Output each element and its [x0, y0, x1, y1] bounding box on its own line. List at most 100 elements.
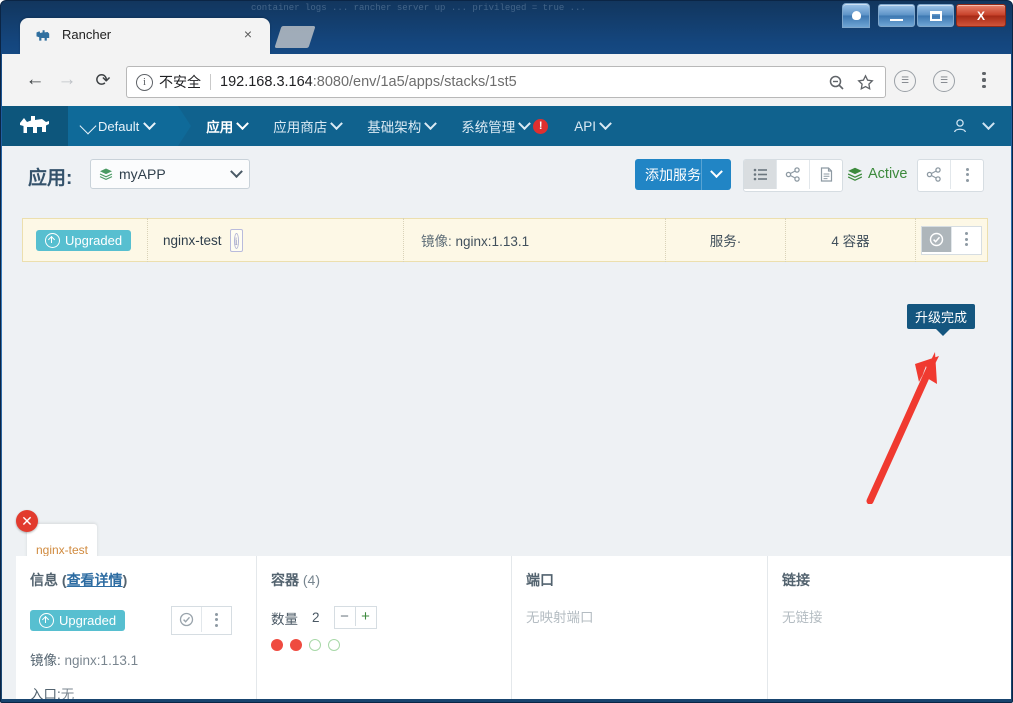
- nav-item-catalog[interactable]: 应用商店: [273, 116, 344, 136]
- nav-item-label: 应用商店: [273, 120, 328, 135]
- container-dot[interactable]: [328, 639, 340, 651]
- url-host: 192.168.3.164: [220, 74, 313, 90]
- extension-icon-2[interactable]: ☰: [933, 70, 955, 92]
- detail-links-empty: 无链接: [782, 610, 823, 625]
- browser-tabstrip: Rancher ×: [0, 18, 1013, 54]
- scale-value: 2: [312, 610, 320, 625]
- detail-containers-count: (4): [302, 572, 321, 588]
- service-image-key: 镜像:: [421, 234, 452, 249]
- service-container-count: 4 容器: [831, 234, 870, 249]
- extension-icon-1[interactable]: ☰: [894, 70, 916, 92]
- browser-toolbar: ← → ⟳ i 不安全 192.168.3.164:8080/env/1a5/a…: [2, 54, 1011, 107]
- page-title: 应用:: [28, 168, 73, 189]
- url-path: :8080/env/1a5/apps/stacks/1st5: [312, 74, 517, 90]
- nav-item-infrastructure[interactable]: 基础架构: [367, 116, 438, 136]
- chevron-down-icon: [330, 116, 344, 130]
- scale-increment-button[interactable]: +: [356, 607, 376, 626]
- kebab-icon[interactable]: [202, 607, 231, 632]
- chrome-menu-button[interactable]: [974, 68, 994, 92]
- stack-select[interactable]: myAPP: [90, 159, 250, 189]
- scale-decrement-button[interactable]: −: [335, 607, 356, 626]
- address-bar-actions: [828, 73, 885, 91]
- service-row[interactable]: Upgraded nginx-test i 镜像: nginx:1.13.1 服…: [22, 218, 988, 262]
- user-icon[interactable]: [952, 118, 968, 134]
- scale-stepper: − +: [333, 606, 377, 629]
- view-details-link[interactable]: 查看详情: [67, 572, 123, 588]
- list-view-icon[interactable]: [744, 160, 777, 189]
- detail-info-key: 入口:: [30, 687, 61, 699]
- divider: [701, 159, 702, 190]
- chevron-down-icon: [230, 164, 243, 178]
- star-icon[interactable]: [857, 73, 874, 91]
- info-icon-wrapper[interactable]: i: [229, 228, 243, 252]
- forward-button[interactable]: →: [54, 67, 80, 93]
- service-image-cell: 镜像: nginx:1.13.1: [404, 218, 666, 262]
- close-icon[interactable]: ×: [240, 26, 256, 42]
- browser-tab-title: Rancher: [62, 27, 112, 42]
- browser-tab-rancher[interactable]: Rancher ×: [20, 18, 270, 54]
- nav-item-label: API: [574, 118, 596, 134]
- chevron-down-icon[interactable]: [982, 116, 995, 130]
- stack-icon: [99, 167, 113, 181]
- divider: [210, 74, 211, 90]
- nav-item-api[interactable]: API: [574, 116, 612, 134]
- back-button[interactable]: ←: [22, 67, 48, 93]
- service-type: 服务·: [709, 234, 742, 249]
- rancher-logo-icon: [34, 27, 52, 45]
- yaml-view-icon[interactable]: [810, 160, 842, 189]
- share-icon[interactable]: [918, 160, 951, 189]
- service-name[interactable]: nginx-test: [163, 233, 222, 248]
- warning-badge: !: [533, 118, 549, 134]
- detail-column-containers: 容器 (4) 数量 2 − +: [256, 556, 511, 699]
- graph-view-icon[interactable]: [777, 160, 810, 189]
- reload-button[interactable]: ⟳: [90, 67, 116, 93]
- check-circle-icon[interactable]: [922, 226, 952, 252]
- info-icon[interactable]: i: [136, 73, 153, 91]
- nav-item-label: 系统管理: [461, 120, 516, 135]
- detail-info-heading: 信息 (查看详情): [30, 570, 256, 590]
- container-dot[interactable]: [271, 639, 283, 651]
- status-badge-label: Upgraded: [59, 613, 117, 628]
- nav-item-apps[interactable]: 应用: [206, 116, 250, 136]
- close-detail-icon[interactable]: ✕: [16, 510, 38, 532]
- nav-item-label: 基础架构: [367, 120, 422, 135]
- status-badge: Active: [868, 166, 908, 182]
- address-bar[interactable]: i 不安全 192.168.3.164:8080/env/1a5/apps/st…: [126, 66, 886, 98]
- kebab-icon[interactable]: [951, 160, 983, 189]
- rancher-top-nav: Default 应用 应用商店 基础架构 系统管理 ! API: [2, 106, 1011, 146]
- add-service-label: 添加服务: [645, 166, 701, 183]
- service-actions-cell: [916, 218, 987, 262]
- kebab-dots: [965, 232, 968, 246]
- detail-column-info: 信息 (查看详情) Upgraded 镜像: nginx:1.13.1 入口:无: [16, 556, 256, 699]
- kebab-icon[interactable]: [952, 227, 981, 252]
- container-dot[interactable]: [309, 639, 321, 651]
- add-service-button[interactable]: 添加服务: [635, 159, 731, 190]
- zoom-out-icon[interactable]: [828, 74, 845, 91]
- nav-item-admin[interactable]: 系统管理 !: [461, 116, 549, 136]
- scale-row: 数量 2 − +: [271, 606, 511, 629]
- stack-icon: [847, 166, 863, 182]
- app-header: 应用: myAPP 添加服务 Active: [2, 146, 1011, 208]
- upgrade-complete-tooltip: 升级完成: [907, 304, 976, 336]
- chevron-down-icon: [424, 116, 438, 130]
- detail-info-value: 无: [60, 687, 75, 699]
- service-name-cell: nginx-test i: [148, 218, 404, 262]
- container-dot[interactable]: [290, 639, 302, 651]
- service-state-cell: Upgraded: [23, 218, 148, 262]
- environment-selector[interactable]: Default: [68, 106, 192, 146]
- home-icon: [79, 117, 97, 135]
- check-circle-icon[interactable]: [172, 607, 202, 632]
- stack-state: Active: [847, 166, 908, 182]
- new-tab-button[interactable]: [274, 26, 316, 48]
- rancher-cow-logo[interactable]: [2, 106, 68, 146]
- scale-label: 数量: [271, 611, 298, 627]
- status-badge: Upgraded: [30, 610, 126, 631]
- detail-row-actions: [171, 606, 232, 635]
- status-badge-label: Upgraded: [65, 232, 123, 248]
- detail-state-row: Upgraded: [30, 606, 256, 635]
- red-arrow-annotation: [857, 344, 957, 504]
- rancher-nav-right: [952, 116, 1011, 134]
- detail-info-row: 镜像: nginx:1.13.1: [30, 649, 256, 669]
- container-status-dots: [271, 639, 511, 651]
- kebab-dots: [215, 612, 218, 627]
